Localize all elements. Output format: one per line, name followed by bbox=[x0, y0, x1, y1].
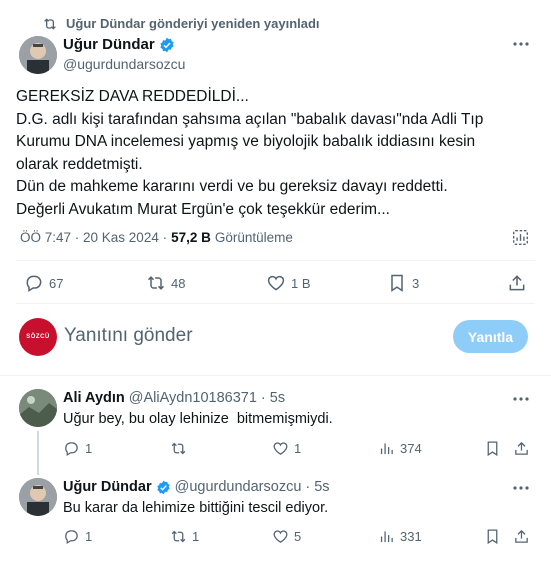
reply-input[interactable]: Yanıtını gönder bbox=[64, 325, 193, 347]
author-handle[interactable]: @ugurdundarsozcu bbox=[63, 56, 185, 72]
repost-action[interactable]: 48 bbox=[146, 273, 185, 293]
heart-icon bbox=[266, 273, 286, 293]
repost-action[interactable] bbox=[170, 440, 192, 457]
more-options-icon[interactable] bbox=[512, 485, 530, 491]
tweet-line: Dün de mahkeme kararını verdi ve bu gere… bbox=[16, 178, 448, 195]
repost-icon bbox=[42, 17, 58, 31]
like-count: 1 bbox=[294, 441, 302, 456]
like-count: 1 B bbox=[291, 275, 311, 291]
reply-icon bbox=[63, 440, 80, 457]
author-name[interactable]: Uğur Dündar bbox=[63, 36, 155, 53]
repost-action[interactable]: 1 bbox=[170, 528, 199, 545]
analytics-icon[interactable] bbox=[512, 229, 529, 246]
like-action[interactable]: 1 bbox=[272, 440, 301, 457]
reply-action[interactable]: 1 bbox=[63, 528, 92, 545]
share-action[interactable] bbox=[513, 528, 535, 545]
share-icon bbox=[513, 440, 530, 457]
share-action[interactable] bbox=[507, 273, 532, 293]
repost-banner: Uğur Dündar gönderiyi yeniden yayınladı bbox=[42, 16, 320, 31]
bookmark-icon bbox=[387, 273, 407, 293]
author-avatar[interactable] bbox=[19, 36, 57, 74]
views-count: 374 bbox=[400, 441, 422, 456]
bookmark-action[interactable] bbox=[484, 440, 506, 457]
reply-count: 1 bbox=[85, 441, 93, 456]
more-options-icon[interactable] bbox=[512, 41, 530, 47]
share-action[interactable] bbox=[513, 440, 535, 457]
composer-avatar: SÖZCÜ bbox=[19, 318, 57, 356]
tweet-line: D.G. adlı kişi tarafından şahsıma açılan… bbox=[16, 110, 484, 128]
like-action[interactable]: 1 B bbox=[266, 273, 311, 293]
reply-author-handle[interactable]: @ugurdundarsozcu bbox=[175, 479, 302, 495]
reply-icon bbox=[24, 273, 44, 293]
reply-action[interactable]: 67 bbox=[24, 273, 63, 293]
bookmark-icon bbox=[484, 440, 501, 457]
reply-count: 1 bbox=[85, 529, 93, 544]
like-action[interactable]: 5 bbox=[272, 528, 301, 545]
heart-icon bbox=[272, 528, 289, 545]
more-options-icon[interactable] bbox=[512, 396, 530, 402]
divider bbox=[16, 303, 535, 304]
bookmark-count: 3 bbox=[412, 275, 420, 291]
reply-time[interactable]: · 5s bbox=[305, 479, 329, 495]
reply-action[interactable]: 1 bbox=[63, 440, 92, 457]
reply-time[interactable]: · 5s bbox=[261, 390, 285, 406]
repost-icon bbox=[170, 440, 187, 457]
views-count: 57,2 B bbox=[171, 230, 211, 245]
tweet-line: olarak reddetmişti. bbox=[16, 155, 143, 173]
views-label: Görüntüleme bbox=[214, 230, 293, 245]
reply-submit-button[interactable]: Yanıtla bbox=[453, 320, 528, 353]
tweet-text: GEREKSİZ DAVA REDDEDİLDİ... D.G. adlı ki… bbox=[16, 86, 536, 221]
bookmark-icon bbox=[484, 528, 501, 545]
reply-text: Uğur bey, bu olay lehinize bitmemişmiydi… bbox=[63, 411, 333, 427]
reply-count: 67 bbox=[49, 275, 64, 291]
repost-icon bbox=[170, 528, 187, 545]
tweet-timestamp[interactable]: ÖÖ 7:47 · 20 Kas 2024 · bbox=[20, 230, 167, 245]
repost-banner-text[interactable]: Uğur Dündar gönderiyi yeniden yayınladı bbox=[66, 16, 320, 31]
reply-author-handle[interactable]: @AliAydn10186371 bbox=[129, 390, 257, 406]
views-icon bbox=[378, 528, 395, 545]
heart-icon bbox=[272, 440, 289, 457]
reply-author-name[interactable]: Uğur Dündar bbox=[63, 479, 152, 495]
reply-author-avatar[interactable] bbox=[19, 389, 57, 427]
thread-line bbox=[37, 431, 39, 475]
views-count: 331 bbox=[400, 529, 422, 544]
bookmark-action[interactable]: 3 bbox=[387, 273, 419, 293]
repost-count: 1 bbox=[192, 529, 200, 544]
repost-count: 48 bbox=[171, 275, 186, 291]
tweet-line: GEREKSİZ DAVA REDDEDİLDİ... bbox=[16, 88, 249, 105]
views-action[interactable]: 331 bbox=[378, 528, 422, 545]
reply-text: Bu karar da lehimize bittiğini tescil ed… bbox=[63, 500, 329, 516]
reply-icon bbox=[63, 528, 80, 545]
like-count: 5 bbox=[294, 529, 302, 544]
verified-badge-icon bbox=[156, 480, 171, 495]
repost-icon bbox=[146, 273, 166, 293]
views-icon bbox=[378, 440, 395, 457]
verified-badge-icon bbox=[159, 37, 175, 53]
composer-avatar-logo: SÖZCÜ bbox=[26, 334, 50, 340]
views-action[interactable]: 374 bbox=[378, 440, 422, 457]
share-icon bbox=[507, 273, 527, 293]
bookmark-action[interactable] bbox=[484, 528, 506, 545]
tweet-line: Kurumu DNA incelemesi yapmış ve biyoloji… bbox=[16, 133, 476, 150]
reply-author-avatar[interactable] bbox=[19, 478, 57, 516]
divider bbox=[16, 260, 535, 261]
reply-author-name[interactable]: Ali Aydın bbox=[63, 390, 125, 406]
divider bbox=[0, 375, 551, 376]
tweet-line: Değerli Avukatım Murat Ergün'e çok teşek… bbox=[16, 200, 390, 218]
share-icon bbox=[513, 528, 530, 545]
